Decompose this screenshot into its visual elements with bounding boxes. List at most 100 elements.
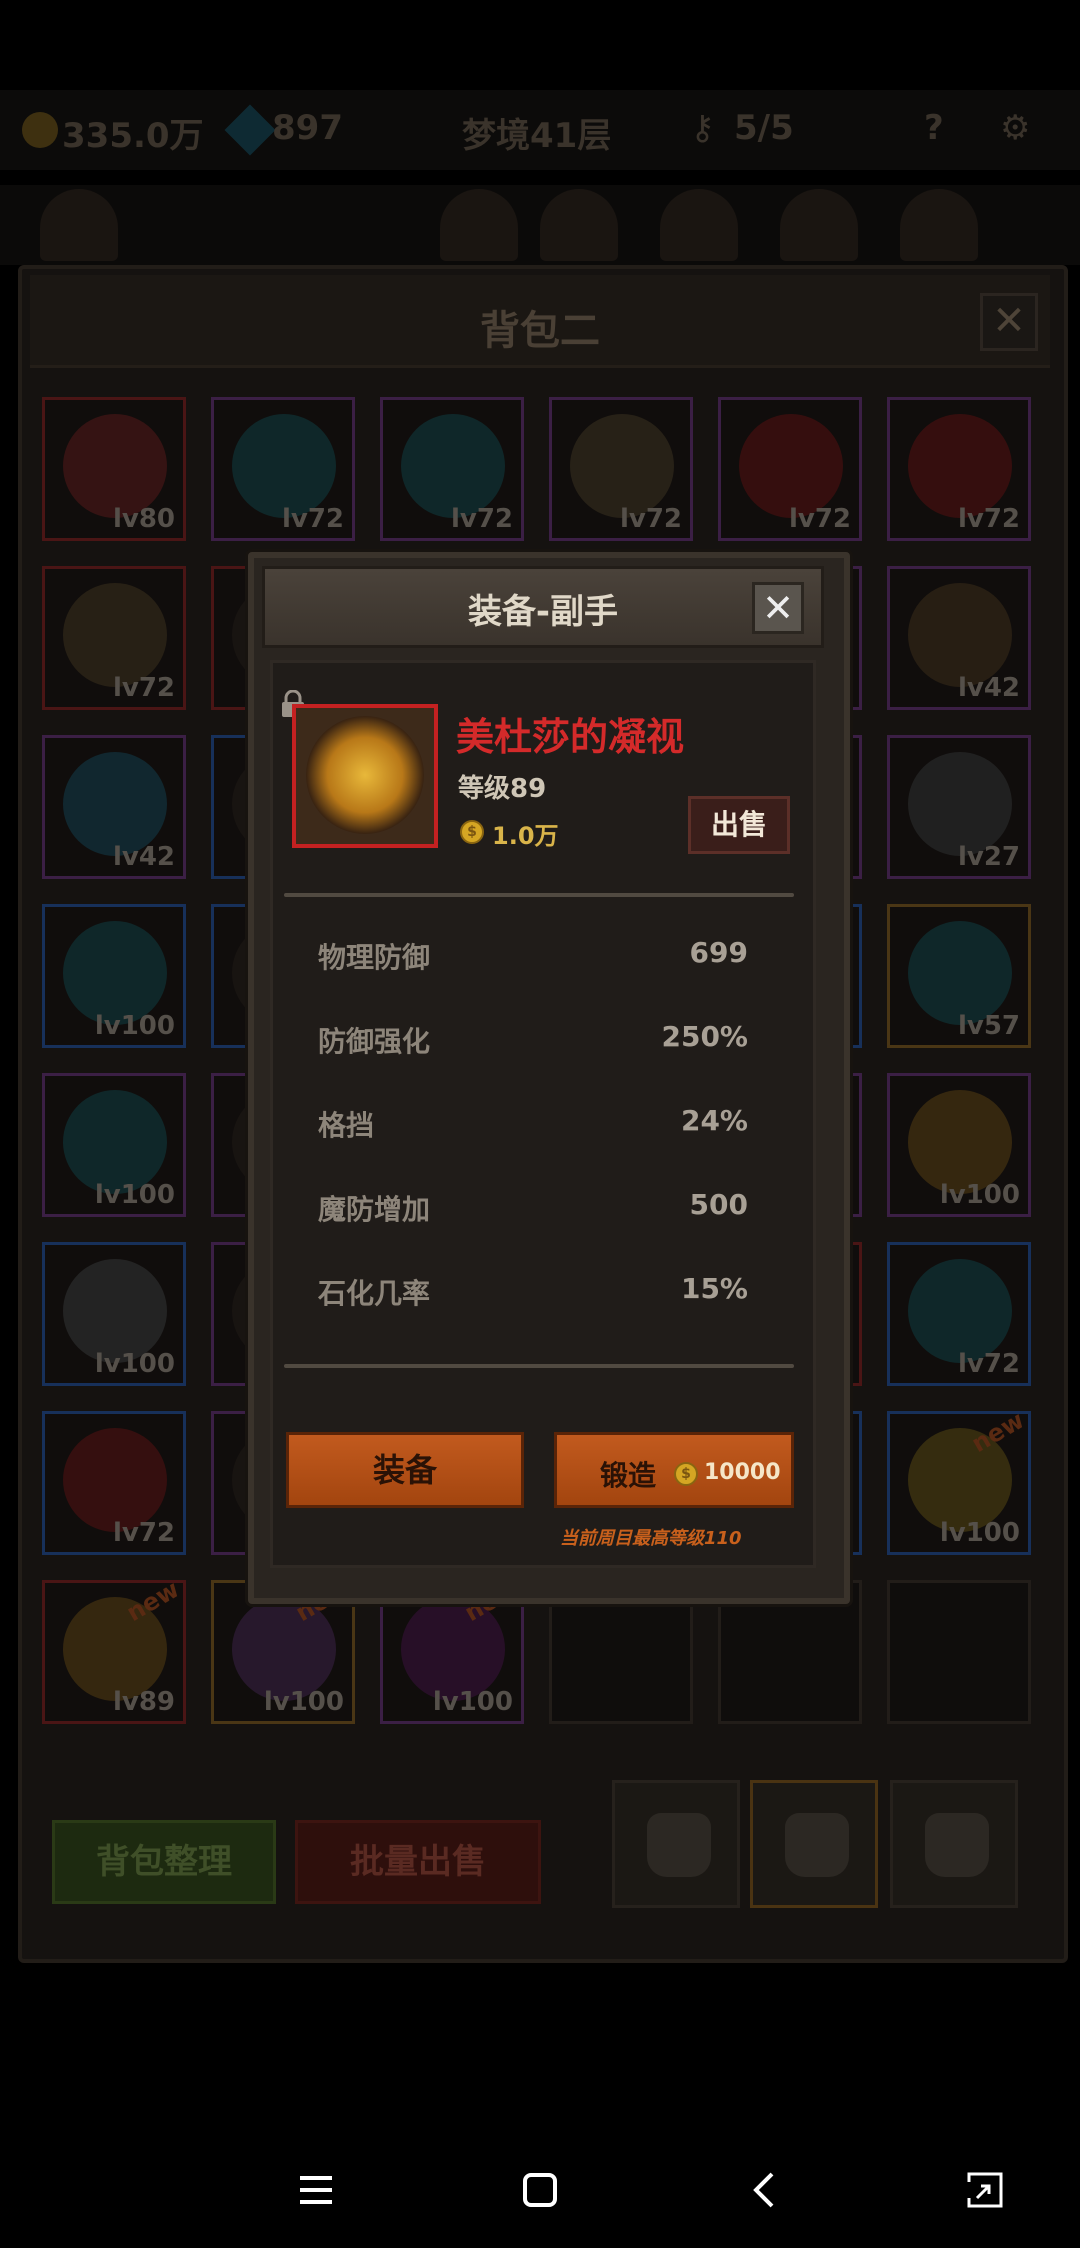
gold-amount: 335.0万 bbox=[62, 116, 204, 156]
hero-portrait[interactable] bbox=[900, 189, 978, 261]
equipment-icon bbox=[232, 414, 336, 518]
slot-level: lv57 bbox=[957, 1011, 1020, 1041]
item-sell-price: 1.0万 bbox=[492, 822, 559, 850]
inventory-slot[interactable]: lv42 bbox=[42, 735, 186, 879]
slot-level: lv100 bbox=[94, 1011, 175, 1041]
key-icon[interactable]: ⚷ bbox=[690, 108, 715, 148]
inventory-slot[interactable]: lv72 bbox=[380, 397, 524, 541]
bag-close-button[interactable]: ✕ bbox=[980, 293, 1038, 351]
menu-icon[interactable] bbox=[286, 2160, 346, 2220]
dialog-title: 装备-副手 bbox=[467, 592, 619, 632]
stat-value: 500 bbox=[689, 1188, 748, 1221]
inventory-slot[interactable]: lv27 bbox=[887, 735, 1031, 879]
coin-icon: $ bbox=[674, 1462, 698, 1486]
slot-level: lv72 bbox=[619, 504, 682, 534]
hero-portrait[interactable] bbox=[440, 189, 518, 261]
equipment-icon bbox=[908, 1259, 1012, 1363]
equip-button[interactable]: 装备 bbox=[286, 1432, 524, 1508]
hero-portrait[interactable] bbox=[540, 189, 618, 261]
slot-level: lv72 bbox=[957, 1349, 1020, 1379]
slot-level: lv100 bbox=[263, 1687, 344, 1717]
inventory-slot[interactable]: lv57 bbox=[887, 904, 1031, 1048]
gold-coin-icon bbox=[22, 112, 58, 148]
slot-level: lv100 bbox=[939, 1180, 1020, 1210]
item-name: 美杜莎的凝视 bbox=[456, 715, 685, 759]
slot-level: lv72 bbox=[112, 1518, 175, 1548]
slot-level: lv80 bbox=[112, 504, 175, 534]
slot-level: lv27 bbox=[957, 842, 1020, 872]
slot-level: lv72 bbox=[957, 504, 1020, 534]
slot-level: lv72 bbox=[281, 504, 344, 534]
medusa-shield-icon bbox=[306, 716, 424, 834]
stat-label: 魔防增加 bbox=[318, 1193, 431, 1226]
inventory-slot[interactable]: lv100 bbox=[887, 1073, 1031, 1217]
backpack-icon bbox=[647, 1813, 711, 1877]
inventory-slot[interactable]: lv72 bbox=[887, 397, 1031, 541]
sell-button[interactable]: 出售 bbox=[688, 796, 790, 854]
stat-label: 物理防御 bbox=[318, 941, 431, 974]
inventory-slot[interactable]: lv100 bbox=[42, 1242, 186, 1386]
inventory-slot[interactable]: lv72 bbox=[211, 397, 355, 541]
inventory-slot[interactable]: lv72 bbox=[549, 397, 693, 541]
bag-title: 背包二 bbox=[480, 308, 600, 354]
stat-value: 24% bbox=[680, 1104, 748, 1137]
inventory-slot[interactable]: lv100new bbox=[887, 1406, 1031, 1555]
equipment-icon bbox=[401, 414, 505, 518]
forge-label: 锻造 bbox=[600, 1459, 657, 1492]
bulk-sell-button[interactable]: 批量出售 bbox=[295, 1820, 541, 1904]
close-button[interactable]: ✕ bbox=[752, 582, 804, 634]
inventory-slot[interactable]: lv72 bbox=[42, 1411, 186, 1555]
slot-level: lv42 bbox=[957, 673, 1020, 703]
dungeon-level: 梦境41层 bbox=[462, 116, 612, 156]
equipment-icon bbox=[739, 414, 843, 518]
backpack-icon bbox=[925, 1813, 989, 1877]
slot-level: lv89 bbox=[112, 1687, 175, 1717]
help-icon[interactable]: ? bbox=[924, 108, 944, 148]
slot-level: lv100 bbox=[939, 1518, 1020, 1548]
stat-value: 250% bbox=[661, 1020, 748, 1053]
empty-slot[interactable] bbox=[887, 1580, 1031, 1724]
inventory-slot[interactable]: lv89 new bbox=[42, 1575, 186, 1724]
max-level-note: 当前周目最高等级110 bbox=[560, 1528, 742, 1549]
slot-level: lv72 bbox=[112, 673, 175, 703]
bag-tab-3[interactable] bbox=[890, 1780, 1018, 1908]
fullscreen-icon[interactable] bbox=[955, 2160, 1015, 2220]
inventory-slot[interactable]: lv72 bbox=[718, 397, 862, 541]
inventory-slot[interactable]: lv100 bbox=[42, 1073, 186, 1217]
home-icon[interactable] bbox=[510, 2160, 570, 2220]
equipment-icon bbox=[63, 921, 167, 1025]
inventory-slot[interactable]: lv72 bbox=[42, 566, 186, 710]
back-icon[interactable] bbox=[736, 2160, 796, 2220]
divider bbox=[284, 893, 794, 897]
stat-label: 防御强化 bbox=[318, 1025, 431, 1058]
hero-portrait[interactable] bbox=[660, 189, 738, 261]
equipment-icon bbox=[908, 752, 1012, 856]
top-resource-bar: 335.0万 897 梦境41层 ⚷ 5/5 ? ⚙ bbox=[0, 90, 1080, 170]
equipment-icon bbox=[908, 1090, 1012, 1194]
slot-level: lv42 bbox=[112, 842, 175, 872]
hero-portrait[interactable] bbox=[40, 189, 118, 261]
sort-bag-button[interactable]: 背包整理 bbox=[52, 1820, 276, 1904]
hero-portrait[interactable] bbox=[780, 189, 858, 261]
equipment-icon bbox=[63, 752, 167, 856]
equipment-icon bbox=[63, 414, 167, 518]
settings-icon[interactable]: ⚙ bbox=[1000, 108, 1030, 148]
inventory-slot[interactable]: lv72 bbox=[887, 1242, 1031, 1386]
bag-tab-2[interactable] bbox=[750, 1780, 878, 1908]
inventory-slot[interactable]: lv80 bbox=[42, 397, 186, 541]
inventory-slot[interactable]: lv42 bbox=[887, 566, 1031, 710]
divider bbox=[284, 1364, 794, 1368]
stat-value: 15% bbox=[680, 1272, 748, 1305]
stat-value: 699 bbox=[689, 936, 748, 969]
stat-label: 格挡 bbox=[318, 1109, 375, 1142]
equipment-icon bbox=[63, 1259, 167, 1363]
equipment-icon bbox=[63, 583, 167, 687]
coin-icon: $ bbox=[460, 820, 484, 844]
bag-tab-1[interactable] bbox=[612, 1780, 740, 1908]
gem-amount: 897 bbox=[272, 108, 343, 148]
hero-bar bbox=[0, 185, 1080, 265]
equipment-icon bbox=[63, 1428, 167, 1532]
forge-cost: 10000 bbox=[704, 1460, 781, 1485]
inventory-slot[interactable]: lv100 bbox=[42, 904, 186, 1048]
slot-level: lv100 bbox=[94, 1349, 175, 1379]
